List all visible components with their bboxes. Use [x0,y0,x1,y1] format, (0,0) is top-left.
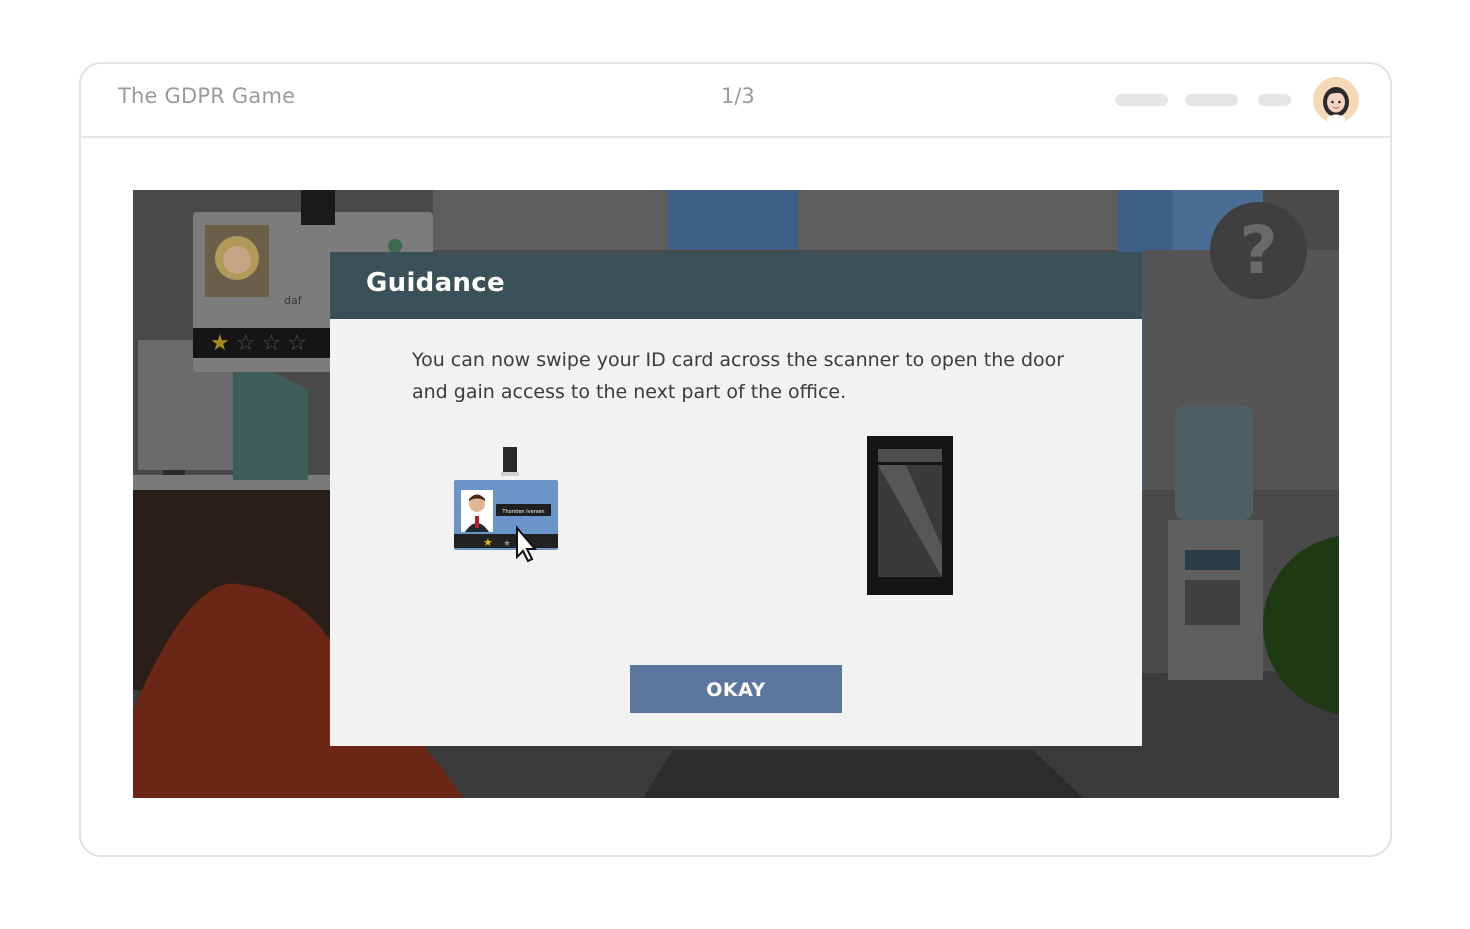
door-scanner-icon[interactable] [866,435,954,597]
rating-stars: ★☆☆☆ [210,330,313,358]
progress-pill-1 [1115,94,1168,106]
id-card-name: Thorsten Iversen [501,509,544,515]
dialog-title: Guidance [366,268,505,298]
card-star-icon: ★ [483,536,493,549]
star-empty-icon: ☆ [287,331,313,356]
card-star-icon: ★ [503,539,511,549]
top-bar: The GDPR Game 1/3 [81,64,1390,138]
game-scene: daf ★☆☆☆ ? Guidance You can now swipe yo… [133,190,1339,798]
profile-name: daf [284,294,303,307]
dialog-header: Guidance [330,252,1142,319]
star-empty-icon: ☆ [261,331,288,356]
help-button[interactable]: ? [1210,202,1307,299]
star-empty-icon: ☆ [235,331,262,356]
dialog-message: You can now swipe your ID card across th… [412,349,1065,403]
progress-pill-2 [1185,94,1238,106]
star-filled-icon: ★ [210,331,236,356]
okay-button[interactable]: OKAY [630,665,842,713]
page-counter: 1/3 [721,84,755,108]
id-card-icon[interactable]: Thorsten Iversen ★ ★ ★ [453,442,563,567]
guidance-dialog: Guidance You can now swipe your ID card … [330,252,1142,746]
progress-pill-3 [1258,94,1291,106]
app-title: The GDPR Game [118,84,296,108]
user-avatar-icon[interactable] [1313,77,1359,123]
